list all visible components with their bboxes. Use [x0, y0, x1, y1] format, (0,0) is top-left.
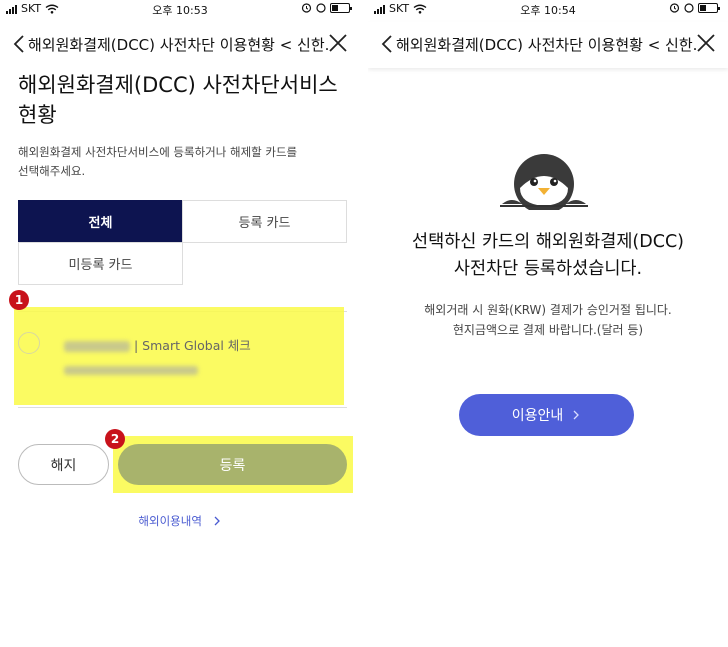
- completion-desc-line1: 해외거래 시 원화(KRW) 결제가 승인거절 됩니다.: [424, 303, 672, 317]
- clock-icon: [316, 2, 326, 13]
- step-marker-2: 2: [105, 429, 125, 449]
- tab-unregistered-cards[interactable]: 미등록 카드: [18, 242, 183, 285]
- tab-all[interactable]: 전체: [18, 200, 183, 243]
- chevron-right-icon: [214, 516, 220, 526]
- page-title-line2: 현황: [18, 103, 57, 127]
- page-title: 해외원화결제(DCC) 사전차단서비스 현황: [18, 70, 338, 130]
- masked-card-prefix: [64, 341, 130, 352]
- usage-guide-button[interactable]: 이용안내: [459, 394, 634, 436]
- chevron-right-icon: [573, 410, 580, 420]
- register-button[interactable]: 등록: [118, 444, 347, 485]
- alarm-icon: [301, 3, 312, 13]
- alarm-icon: [669, 3, 680, 13]
- page-title-line1: 해외원화결제(DCC) 사전차단서비스: [18, 73, 338, 97]
- back-chevron-icon[interactable]: [12, 33, 26, 55]
- completion-desc-line2: 현지금액으로 결제 바랍니다.(달러 등): [452, 323, 644, 337]
- overseas-history-link[interactable]: 해외이용내역: [0, 513, 360, 529]
- battery-icon: [330, 2, 352, 13]
- completion-title-line2: 사전차단 등록하셨습니다.: [453, 259, 643, 279]
- header-title: 해외원화결제(DCC) 사전차단 이용현황 < 신한...: [396, 36, 696, 54]
- right-screen: SKT 오후 10:54 해외원화결제(DCC) 사전차단 이용현황 < 신한.…: [368, 0, 728, 647]
- left-screen: SKT 오후 10:53 해외원화결제(DCC) 사전차단 이용현황 < 신한.…: [0, 0, 360, 647]
- card-name: | Smart Global 체크: [64, 335, 251, 354]
- cancel-button[interactable]: 해지: [18, 444, 109, 485]
- highlight-card-area: [14, 307, 344, 405]
- description-line1: 해외원화결제 사전차단서비스에 등록하거나 해제할 카드를: [18, 145, 298, 159]
- masked-card-number: [64, 360, 204, 375]
- header-title: 해외원화결제(DCC) 사전차단 이용현황 < 신한...: [28, 36, 328, 54]
- card-name-suffix: | Smart Global 체크: [133, 338, 251, 353]
- penguin-illustration: [500, 154, 588, 210]
- app-header: 해외원화결제(DCC) 사전차단 이용현황 < 신한...: [0, 22, 360, 68]
- tab-registered-cards[interactable]: 등록 카드: [182, 200, 347, 243]
- history-link-label: 해외이용내역: [138, 514, 202, 528]
- back-chevron-icon[interactable]: [380, 33, 394, 55]
- close-icon[interactable]: [696, 33, 716, 53]
- page-description: 해외원화결제 사전차단서비스에 등록하거나 해제할 카드를 선택해주세요.: [18, 143, 338, 181]
- divider-bottom: [18, 407, 347, 408]
- clock-icon: [684, 2, 694, 13]
- completion-title: 선택하신 카드의 해외원화결제(DCC) 사전차단 등록하셨습니다.: [368, 229, 728, 283]
- battery-icon: [698, 2, 720, 13]
- status-bar: SKT 오후 10:53: [0, 0, 360, 18]
- completion-description: 해외거래 시 원화(KRW) 결제가 승인거절 됩니다. 현지금액으로 결제 바…: [368, 300, 728, 340]
- completion-title-line1: 선택하신 카드의 해외원화결제(DCC): [412, 232, 684, 252]
- step-marker-1: 1: [9, 290, 29, 310]
- card-select-radio[interactable]: [18, 332, 40, 354]
- usage-guide-label: 이용안내: [511, 408, 564, 424]
- app-header: 해외원화결제(DCC) 사전차단 이용현황 < 신한...: [368, 22, 728, 68]
- description-line2: 선택해주세요.: [18, 164, 86, 178]
- close-icon[interactable]: [328, 33, 348, 53]
- status-bar: SKT 오후 10:54: [368, 0, 728, 18]
